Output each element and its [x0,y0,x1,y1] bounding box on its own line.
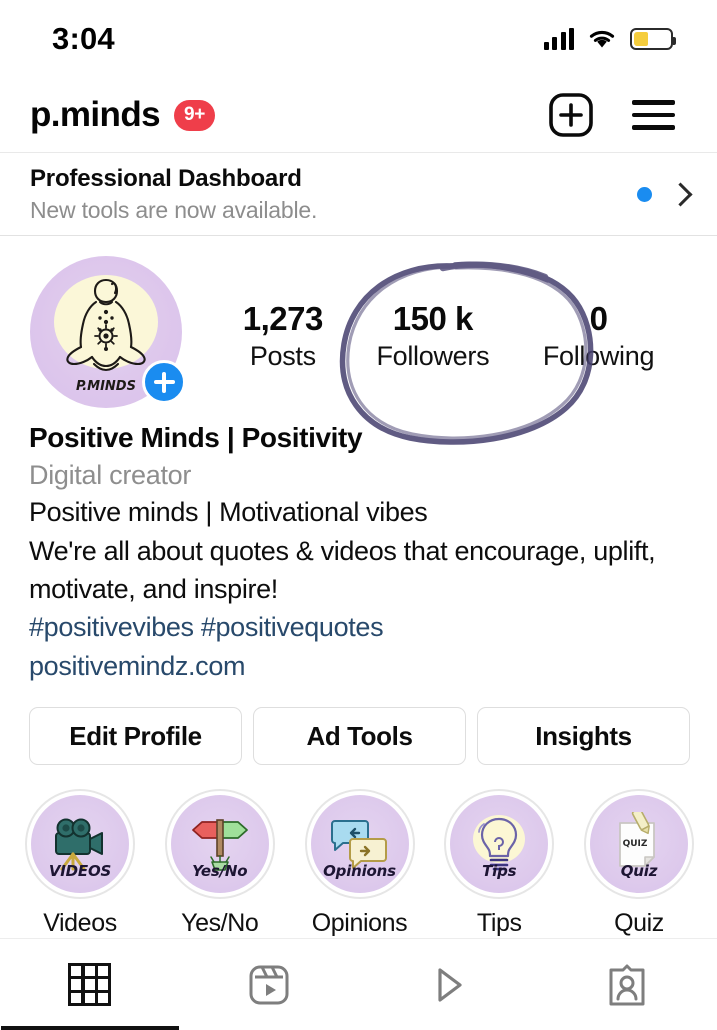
unread-dot-icon [637,186,652,202]
stat-posts-value: 1,273 [242,300,324,337]
highlight-cover-caption: Quiz [620,862,658,881]
bio-category: Digital creator [29,459,192,490]
hamburger-menu-icon[interactable] [632,100,675,130]
profile-stats: 1,273 Posts 150 k Followers 0 Following [182,256,687,372]
tagged-icon [609,964,645,1006]
username-group[interactable]: p.minds 9+ [30,95,216,135]
stat-followers-label: Followers [376,341,490,371]
dashboard-title: Professional Dashboard [30,164,302,192]
stat-following-label: Following [542,341,655,371]
dashboard-indicators [637,181,693,207]
ad-tools-button[interactable]: Ad Tools [253,707,466,766]
highlight-quiz[interactable]: QUIZ Quiz Quiz [583,789,695,938]
highlight-ring: Tips [444,789,555,900]
highlight-yes-no[interactable]: Yes/No Yes/No [164,789,276,938]
status-indicators [543,28,676,50]
story-highlights: VIDEOS Videos Yes/No Yes/No Opinions Opi… [0,765,717,938]
header-actions [548,92,675,138]
highlight-ring: QUIZ Quiz [584,789,694,900]
instagram-profile-screen: 3:04 p.minds 9+ Professional Dashboard N… [0,0,717,1024]
battery-icon [630,28,676,50]
svg-text:QUIZ: QUIZ [623,839,648,849]
bio-website-link[interactable]: positivemindz.com [29,647,691,685]
app-header: p.minds 9+ [0,78,717,152]
highlight-videos[interactable]: VIDEOS Videos [24,789,136,938]
play-icon [438,967,462,1002]
highlight-label: Yes/No [181,909,259,938]
highlight-cover: Tips [450,795,549,894]
reels-icon [249,965,289,1005]
bio-line-2: We're all about quotes & videos that enc… [29,535,656,566]
chevron-right-icon[interactable] [668,181,693,207]
tab-video[interactable] [363,939,533,1030]
dashboard-text: Professional Dashboard New tools are now… [30,165,317,224]
add-story-button[interactable] [142,360,186,404]
bio-line-3: motivate, and inspire! [29,574,278,605]
highlight-cover: Opinions [310,795,409,894]
highlight-opinions[interactable]: Opinions Opinions [304,789,416,938]
profile-action-buttons: Edit Profile Ad Tools Insights [0,685,717,766]
highlight-label: Videos [43,909,117,938]
plus-square-icon[interactable] [548,92,594,138]
tab-tagged[interactable] [542,939,712,1030]
highlight-cover: QUIZ Quiz [590,795,688,894]
stat-posts-label: Posts [249,341,316,371]
highlight-cover: Yes/No [170,795,269,894]
highlight-label: Tips [476,909,522,938]
highlight-cover-caption: Yes/No [192,862,248,881]
highlight-ring: Yes/No [164,789,275,900]
highlight-label: Opinions [311,909,408,938]
professional-dashboard-row[interactable]: Professional Dashboard New tools are now… [0,152,717,236]
edit-profile-button[interactable]: Edit Profile [29,707,242,766]
stat-following[interactable]: 0 Following [542,300,655,372]
bio-hashtags[interactable]: #positivevibes #positivequotes [29,608,691,646]
insights-button[interactable]: Insights [477,707,690,766]
stat-followers-value: 150 k [392,300,474,337]
bio-section: Positive Minds | Positivity Digital crea… [0,408,717,685]
highlight-cover: VIDEOS [31,795,129,894]
highlight-cover-caption: Tips [482,862,517,881]
dashboard-subtitle: New tools are now available. [30,196,318,223]
bio-display-name: Positive Minds | Positivity [29,422,363,453]
profile-section: P.MINDS 1,273 Posts 150 k Followers 0 Fo… [0,236,717,408]
tab-grid[interactable] [5,939,175,1030]
cellular-bars-icon [543,28,574,50]
status-bar: 3:04 [0,0,717,78]
content-tab-bar [0,938,717,1030]
stat-posts[interactable]: 1,273 Posts [242,300,324,372]
highlight-ring: Opinions [304,789,415,900]
stat-following-value: 0 [589,300,608,337]
highlight-label: Quiz [614,909,664,938]
account-username[interactable]: p.minds [30,95,161,135]
highlight-cover-caption: VIDEOS [48,862,112,881]
status-clock: 3:04 [52,21,115,56]
avatar-caption: P.MINDS [76,379,136,394]
tab-reels[interactable] [184,939,354,1030]
highlight-tips[interactable]: Tips Tips [443,789,555,938]
wifi-icon [589,30,615,48]
avatar-container[interactable]: P.MINDS [30,256,186,408]
notification-badge[interactable]: 9+ [173,99,216,131]
grid-icon [68,963,112,1007]
highlight-ring: VIDEOS [25,789,135,900]
bio-line-1: Positive minds | Motivational vibes [29,497,428,528]
stat-followers[interactable]: 150 k Followers [376,300,489,372]
highlight-cover-caption: Opinions [323,862,396,881]
